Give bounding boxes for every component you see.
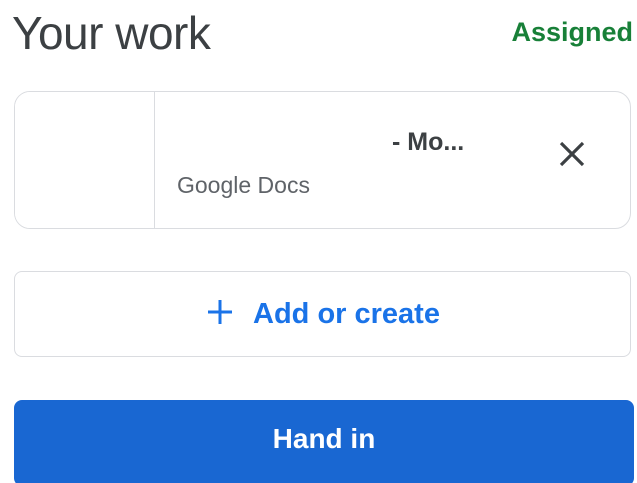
page-title: Your work: [12, 7, 211, 59]
your-work-panel: Your work Assigned - Mo... Google Docs A…: [0, 0, 637, 483]
status-badge: Assigned: [511, 17, 633, 47]
remove-attachment-button[interactable]: [552, 136, 592, 176]
hand-in-button[interactable]: Hand in: [14, 400, 634, 483]
add-or-create-label: Add or create: [253, 297, 440, 330]
close-icon: [558, 140, 586, 173]
attachment-info[interactable]: - Mo... Google Docs: [155, 92, 630, 228]
plus-icon: [205, 297, 235, 332]
attachment-type: Google Docs: [177, 172, 310, 198]
attachment-thumbnail[interactable]: [15, 92, 155, 228]
add-or-create-button[interactable]: Add or create: [14, 271, 631, 357]
attachment-card[interactable]: - Mo... Google Docs: [14, 91, 631, 229]
attachment-name: - Mo...: [392, 128, 465, 156]
hand-in-label: Hand in: [272, 423, 376, 454]
